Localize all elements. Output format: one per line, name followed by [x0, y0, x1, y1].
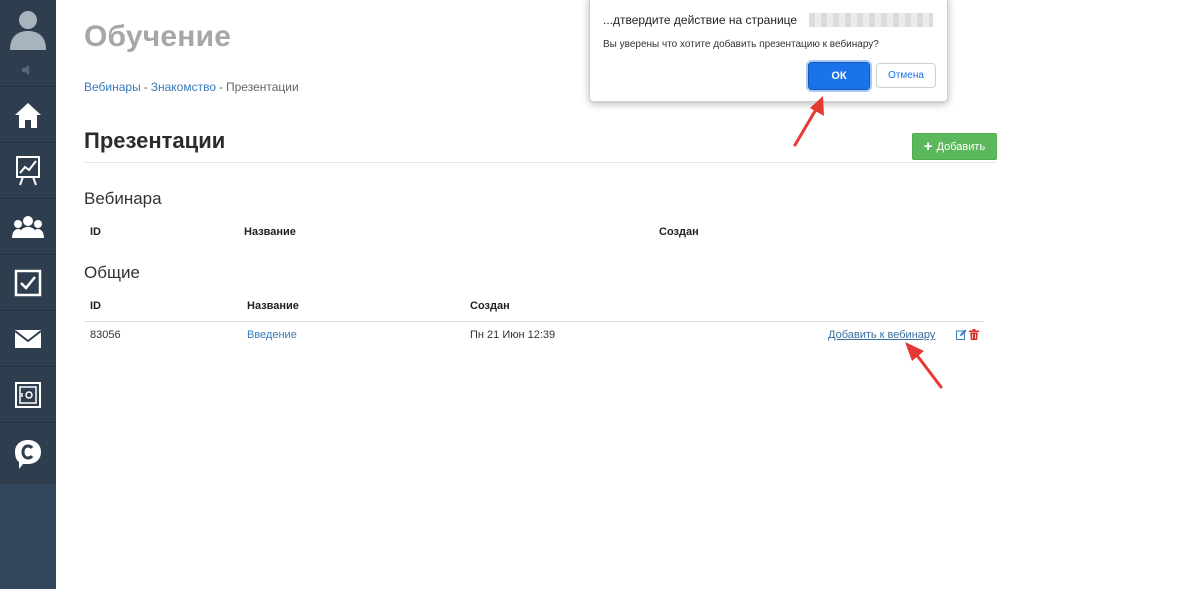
row-actions: [956, 329, 979, 340]
webinar-group-title: Вебинара: [84, 189, 162, 208]
add-button-label: Добавить: [936, 140, 986, 153]
dialog-redacted-site: [809, 13, 933, 27]
sidebar-item-home[interactable]: [0, 86, 56, 142]
mail-icon: [14, 329, 42, 348]
breadcrumb-separator: -: [219, 80, 223, 94]
cancel-button[interactable]: Отмена: [876, 63, 936, 88]
safe-icon: [15, 381, 41, 408]
logo-c-icon: [15, 439, 41, 469]
sidebar-item-safe[interactable]: [0, 366, 56, 422]
column-header-name: Название: [244, 226, 296, 238]
sidebar-item-users[interactable]: [0, 198, 56, 254]
checkbox-icon: [14, 269, 42, 296]
confirm-dialog: ...дтвердите действие на странице Вы уве…: [589, 0, 948, 102]
avatar[interactable]: [0, 0, 56, 56]
column-header-id: ID: [90, 300, 101, 312]
row-id: 83056: [90, 329, 121, 341]
sidebar-footer: [0, 484, 56, 589]
plus-icon: +: [923, 138, 933, 155]
users-icon: [12, 215, 44, 238]
table-header-divider: [84, 321, 984, 322]
sound-toggle[interactable]: [0, 58, 56, 82]
add-to-webinar-link[interactable]: Добавить к вебинару: [828, 329, 935, 341]
common-group-title: Общие: [84, 263, 140, 282]
add-button[interactable]: + Добавить: [912, 133, 997, 160]
column-header-name: Название: [247, 300, 299, 312]
sidebar-item-tasks[interactable]: [0, 254, 56, 310]
breadcrumb-separator: -: [143, 80, 148, 94]
section-divider: [84, 162, 997, 163]
user-avatar-icon: [10, 11, 46, 50]
edit-icon[interactable]: [956, 329, 967, 340]
speaker-icon: [22, 65, 29, 75]
ok-button[interactable]: ОК: [808, 62, 870, 90]
row-name-link[interactable]: Введение: [247, 329, 297, 341]
sidebar: [0, 0, 56, 589]
sidebar-item-mail[interactable]: [0, 310, 56, 366]
page-title: Обучение: [84, 20, 232, 53]
section-title: Презентации: [84, 128, 226, 153]
breadcrumb: Вебинары - Знакомство - Презентации: [84, 80, 299, 94]
column-header-created: Создан: [659, 226, 699, 238]
dialog-message: Вы уверены что хотите добавить презентац…: [603, 39, 879, 50]
column-header-id: ID: [90, 226, 101, 238]
breadcrumb-intro[interactable]: Знакомство: [151, 80, 216, 94]
column-header-created: Создан: [470, 300, 510, 312]
dialog-title: ...дтвердите действие на странице: [603, 13, 798, 27]
home-icon: [15, 102, 41, 128]
chart-board-icon: [16, 155, 40, 185]
breadcrumb-current: Презентации: [226, 80, 299, 94]
breadcrumb-webinars[interactable]: Вебинары: [84, 80, 141, 94]
annotation-arrow-icon: [905, 342, 943, 389]
sidebar-item-stats[interactable]: [0, 142, 56, 198]
row-created: Пн 21 Июн 12:39: [470, 329, 556, 341]
sidebar-item-logo[interactable]: [0, 422, 56, 484]
trash-icon[interactable]: [969, 329, 979, 340]
